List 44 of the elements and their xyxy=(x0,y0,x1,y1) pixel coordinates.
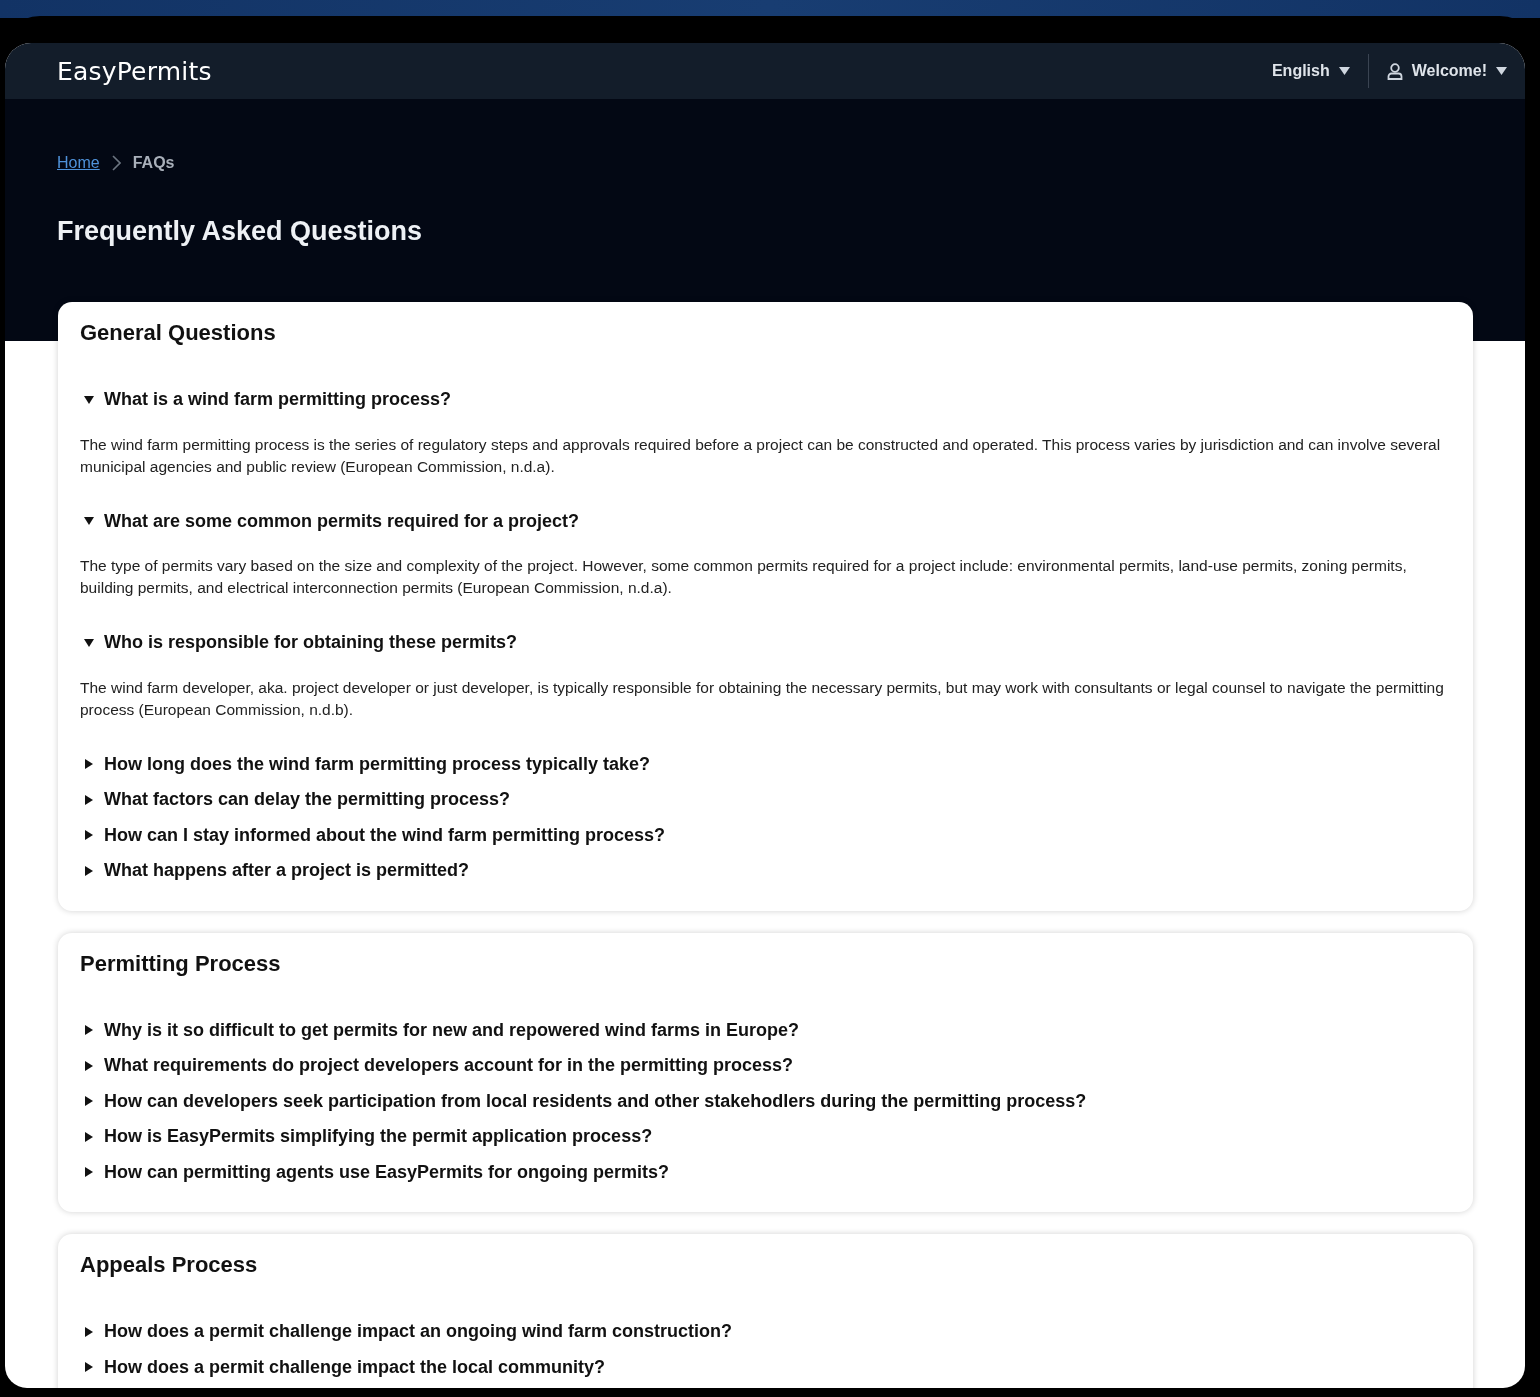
triangle-right-icon xyxy=(84,1060,94,1071)
triangle-right-icon xyxy=(84,865,94,876)
triangle-right-icon xyxy=(84,1362,94,1373)
user-menu[interactable]: Welcome! xyxy=(1378,62,1515,80)
section-title: Appeals Process xyxy=(80,1252,259,1278)
triangle-right-icon xyxy=(84,1131,94,1142)
triangle-right-icon xyxy=(84,759,94,770)
faq-question[interactable]: How does a permit challenge impact the local community? xyxy=(80,1349,1451,1385)
faq-question[interactable]: How does a permit challenge impact an ongoing wind farm construction? xyxy=(80,1314,1451,1350)
logo[interactable]: EasyPermits xyxy=(57,56,212,86)
faq-question[interactable]: How is EasyPermits simplifying the permit application process? xyxy=(80,1119,1451,1155)
breadcrumb-current: FAQs xyxy=(132,154,175,172)
faq-question[interactable]: What factors can delay the permitting process? xyxy=(80,782,1451,818)
faq-answer: The wind farm permitting process is the series of regulatory steps and approvals required before a project can be constructed and operated. This process varies by jurisdiction and can involve several municipal agencies and public review (European Commission, n.d.a). xyxy=(80,434,1442,477)
breadcrumb-link[interactable]: Home xyxy=(57,154,100,172)
faq-question[interactable]: How long does the wind farm permitting process typically take? xyxy=(80,746,1451,782)
triangle-right-icon xyxy=(84,1025,94,1036)
faq-question[interactable]: How can developers seek participation from local residents and other stakehodlers during the permitting process? xyxy=(80,1083,1451,1119)
section-title: Permitting Process xyxy=(80,950,282,977)
chevron-right-icon xyxy=(111,155,121,171)
faq-question[interactable]: What is a wind farm permitting process? xyxy=(80,382,1451,418)
user-icon xyxy=(1386,62,1403,80)
triangle-down-icon xyxy=(84,637,94,648)
faq-answer: The wind farm developer, aka. project developer or just developer, is typically responsible for obtaining the necessary permits, but may work with consultants or legal counsel to navigate the permitting process (European Commission, n.d.b). xyxy=(80,677,1445,720)
faq-question[interactable]: What are some common permits required for a project? xyxy=(80,503,1451,539)
faq-question[interactable]: Who is responsible for obtaining these permits? xyxy=(80,625,1451,661)
triangle-right-icon xyxy=(84,830,94,841)
faq-question[interactable]: Why is it so difficult to get permits for new and repowered wind farms in Europe? xyxy=(80,1012,1451,1048)
faq-question[interactable]: How can I stay informed about the wind farm permitting process? xyxy=(80,817,1451,853)
caret-icon xyxy=(1496,67,1507,75)
faq-question[interactable]: How can permitting agents use EasyPermits for ongoing permits? xyxy=(80,1154,1451,1190)
triangle-right-icon xyxy=(84,1096,94,1107)
caret-icon xyxy=(1338,67,1350,75)
faq-answer: The type of permits vary based on the size and complexity of the project. However, some common permits required for a project include: environmental permits, land-use permits, zoning permits, building permits, and electrical interconnection permits (European Commission, n.d.a). xyxy=(80,556,1408,598)
page-title: Frequently Asked Questions xyxy=(57,216,424,247)
triangle-right-icon xyxy=(84,1167,94,1178)
faq-question[interactable]: What requirements do project developers account for in the permitting process? xyxy=(80,1048,1451,1084)
triangle-right-icon xyxy=(84,1326,94,1337)
language-dropdown[interactable]: English xyxy=(1263,62,1358,80)
section-title: General Questions xyxy=(80,320,277,346)
faq-question[interactable]: What happens after a project is permitted? xyxy=(80,853,1451,889)
triangle-down-icon xyxy=(84,394,94,405)
triangle-down-icon xyxy=(84,516,94,527)
triangle-right-icon xyxy=(84,794,94,805)
